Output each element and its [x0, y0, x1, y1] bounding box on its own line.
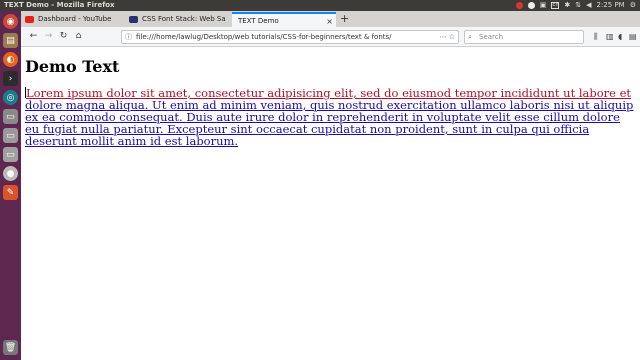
top-panel: TEXT Demo - Mozilla Firefox ▣ En ✱ ⇅ ◀ 2…: [0, 0, 640, 11]
keyboard-layout-indicator[interactable]: En: [551, 2, 560, 9]
tab-css-font-stack[interactable]: CSS Font Stack: Web Sa: [125, 12, 232, 27]
new-tab-button[interactable]: +: [340, 11, 349, 27]
reload-icon[interactable]: ↻: [57, 30, 70, 43]
home-icon[interactable]: ⌂: [72, 30, 85, 43]
chrome-indicator-icon[interactable]: [515, 2, 523, 9]
disc-icon[interactable]: ●: [3, 166, 18, 181]
youtube-icon: [25, 16, 34, 23]
trash-icon[interactable]: 🗑: [3, 340, 18, 355]
app-icon[interactable]: ✎: [3, 185, 18, 200]
firefox-icon[interactable]: ◐: [3, 52, 18, 67]
forward-arrow-icon[interactable]: →: [42, 30, 55, 43]
launcher: ◉ ▤ ◐ › ◎ ▭ ▭ ▭ ● ✎ 🗑: [0, 11, 21, 360]
browser-icon[interactable]: ◎: [3, 90, 18, 105]
sidebar-icon[interactable]: ▥: [606, 30, 614, 43]
tab-text-demo[interactable]: TEXT Demo ×: [232, 12, 336, 27]
ubuntu-dash-icon[interactable]: ◉: [3, 14, 18, 29]
library-icon[interactable]: ⫼: [594, 30, 598, 43]
tab-label: TEXT Demo: [238, 17, 279, 25]
paragraph-link[interactable]: dolore magna aliqua. Ut enim ad minim ve…: [25, 98, 633, 148]
page-content: Demo Text Lorem ipsum dolor sit amet, co…: [21, 48, 640, 360]
terminal-icon[interactable]: ›: [3, 71, 18, 86]
page-heading: Demo Text: [25, 57, 120, 76]
url-actions: ⋯ ☆: [436, 31, 455, 43]
nav-bar: ← → ↻ ⌂ ⓘ file:///home/lawlug/Desktop/we…: [21, 27, 640, 47]
drive-icon[interactable]: ▭: [3, 109, 18, 124]
page-actions-icon[interactable]: ⋯: [439, 33, 446, 41]
close-tab-icon[interactable]: ×: [326, 14, 333, 27]
power-gear-icon[interactable]: ⚙: [630, 0, 636, 11]
tab-youtube[interactable]: Dashboard - YouTube: [21, 12, 125, 27]
bookmark-star-icon[interactable]: ☆: [449, 33, 455, 41]
search-icon: ⌕: [468, 33, 472, 41]
bluetooth-icon[interactable]: ✱: [564, 0, 570, 11]
tab-strip: Dashboard - YouTube CSS Font Stack: Web …: [21, 11, 640, 27]
search-placeholder: Search: [479, 33, 504, 41]
record-indicator-icon[interactable]: [527, 2, 535, 9]
drive-icon[interactable]: ▭: [3, 128, 18, 143]
url-bar[interactable]: ⓘ file:///home/lawlug/Desktop/web tutori…: [121, 30, 459, 44]
drive-icon[interactable]: ▭: [3, 147, 18, 162]
dropbox-icon[interactable]: ▣: [540, 0, 547, 11]
clock[interactable]: 2:25 PM: [597, 0, 625, 11]
tab-label: Dashboard - YouTube: [38, 15, 112, 23]
system-tray: ▣ En ✱ ⇅ ◀ 2:25 PM ⚙: [515, 0, 636, 11]
info-icon[interactable]: ⓘ: [125, 31, 132, 43]
network-icon[interactable]: ⇅: [575, 0, 581, 11]
window-title: TEXT Demo - Mozilla Firefox: [4, 1, 115, 9]
extension-icon[interactable]: ▤: [629, 30, 637, 43]
pocket-icon[interactable]: ◖: [618, 30, 622, 43]
search-input[interactable]: ⌕ Search: [464, 30, 584, 44]
url-text: file:///home/lawlug/Desktop/web tutorial…: [136, 33, 392, 41]
demo-paragraph: Lorem ipsum dolor sit amet, consectetur …: [25, 87, 637, 147]
site-icon: [129, 16, 138, 23]
volume-icon[interactable]: ◀: [586, 0, 591, 11]
back-arrow-icon[interactable]: ←: [27, 30, 40, 43]
files-icon[interactable]: ▤: [3, 33, 18, 48]
tab-label: CSS Font Stack: Web Sa: [142, 15, 226, 23]
